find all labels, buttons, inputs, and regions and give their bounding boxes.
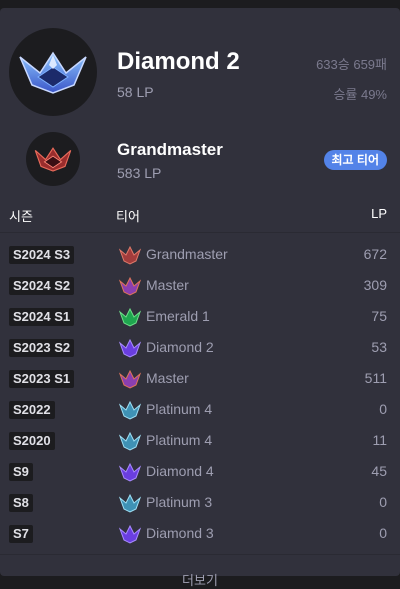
lp-value: 75 <box>371 308 387 324</box>
emerald-emblem-icon <box>119 307 141 327</box>
grandmaster-emblem-icon <box>119 245 141 265</box>
current-tier-name: Diamond 2 <box>117 48 240 75</box>
season-badge: S2022 <box>9 401 55 419</box>
table-row: S2020 Platinum 4 11 <box>0 428 400 459</box>
peak-tier-name: Grandmaster <box>117 140 223 159</box>
show-more-button[interactable]: 더보기 <box>0 570 400 589</box>
tier-name: Platinum 4 <box>146 401 213 417</box>
platinum-emblem-icon <box>119 431 141 451</box>
win-loss-record: 633승 659패 <box>316 57 387 72</box>
season-badge: S2024 S1 <box>9 308 75 326</box>
lp-value: 11 <box>372 432 387 448</box>
table-row: S8 Platinum 3 0 <box>0 490 400 521</box>
tier-name: Diamond 3 <box>146 525 214 541</box>
peak-lp: 583 LP <box>117 165 162 181</box>
tier-name: Emerald 1 <box>146 308 210 324</box>
tier-name: Platinum 3 <box>146 494 213 510</box>
diamond-emblem-icon <box>9 28 97 116</box>
win-rate: 승률 49% <box>333 87 387 102</box>
table-row: S7 Diamond 3 0 <box>0 521 400 552</box>
season-table-body: S2024 S3 Grandmaster 672 S2024 S2 Master… <box>0 242 400 552</box>
tier-name: Diamond 2 <box>146 339 214 355</box>
header-season: 시즌 <box>9 209 33 224</box>
tier-name: Master <box>146 370 189 386</box>
season-badge: S2023 S2 <box>9 339 75 357</box>
table-row: S2022 Platinum 4 0 <box>0 397 400 428</box>
diamond-emblem-icon <box>119 338 141 358</box>
table-row: S2023 S1 Master 511 <box>0 366 400 397</box>
season-badge: S8 <box>9 494 33 512</box>
lp-value: 0 <box>379 494 387 510</box>
header-tier: 티어 <box>116 209 140 224</box>
season-table-header: 시즌 티어 LP <box>0 204 400 224</box>
table-row: S2024 S1 Emerald 1 75 <box>0 304 400 335</box>
table-row: S2024 S2 Master 309 <box>0 273 400 304</box>
peak-tier-badge: 최고 티어 <box>323 150 387 170</box>
lp-value: 511 <box>364 370 387 386</box>
lp-value: 309 <box>363 277 387 293</box>
peak-rank-section: Grandmaster 583 LP 최고 티어 <box>0 128 400 192</box>
lp-value: 672 <box>363 246 387 262</box>
top-strip <box>0 0 400 8</box>
season-badge: S2023 S1 <box>9 370 75 388</box>
season-badge: S9 <box>9 463 33 481</box>
season-badge: S2024 S3 <box>9 246 75 264</box>
lp-value: 53 <box>371 339 387 355</box>
rank-card: Diamond 2 58 LP 633승 659패 승률 49% Grandma… <box>0 8 400 588</box>
diamond-emblem-icon <box>119 462 141 482</box>
lp-value: 0 <box>379 401 387 417</box>
season-badge: S7 <box>9 525 33 543</box>
table-row: S2023 S2 Diamond 2 53 <box>0 335 400 366</box>
current-rank-section: Diamond 2 58 LP 633승 659패 승률 49% <box>0 8 400 128</box>
tier-name: Master <box>146 277 189 293</box>
grandmaster-emblem-icon <box>26 132 80 186</box>
lp-value: 45 <box>371 463 387 479</box>
season-badge: S2020 <box>9 432 55 450</box>
tier-name: Diamond 4 <box>146 463 214 479</box>
platinum-emblem-icon <box>119 493 141 513</box>
lp-value: 0 <box>379 525 387 541</box>
diamond-emblem-icon <box>119 524 141 544</box>
footer-divider <box>0 554 400 555</box>
table-row: S2024 S3 Grandmaster 672 <box>0 242 400 273</box>
platinum-emblem-icon <box>119 400 141 420</box>
header-lp: LP <box>371 206 387 221</box>
current-lp: 58 LP <box>117 84 154 100</box>
season-badge: S2024 S2 <box>9 277 75 295</box>
tier-name: Platinum 4 <box>146 432 213 448</box>
table-row: S9 Diamond 4 45 <box>0 459 400 490</box>
master-emblem-icon <box>119 369 141 389</box>
header-divider <box>0 232 400 233</box>
master-emblem-icon <box>119 276 141 296</box>
tier-name: Grandmaster <box>146 246 228 262</box>
